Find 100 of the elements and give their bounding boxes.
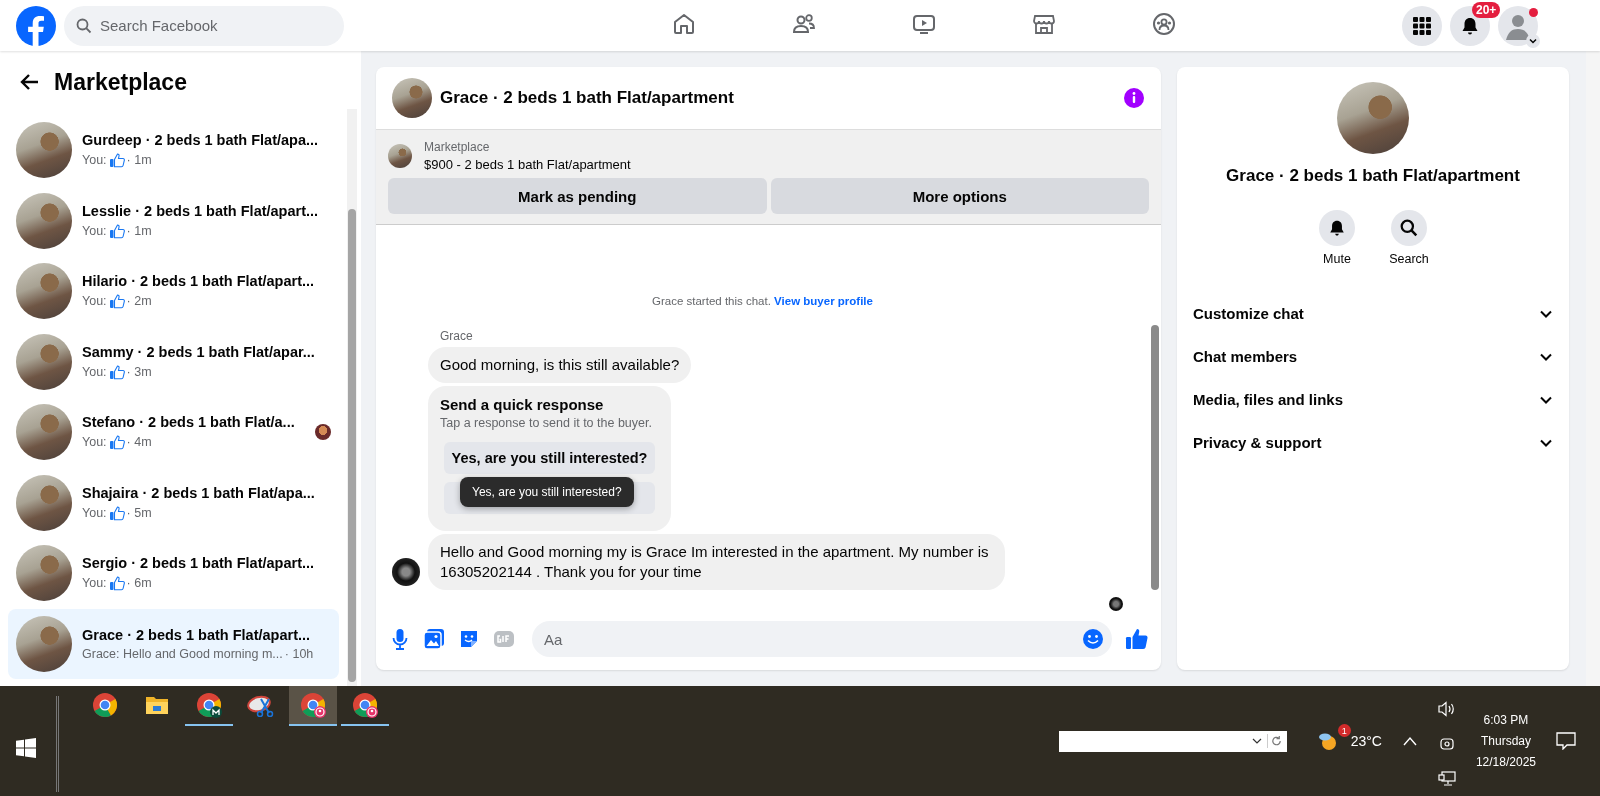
view-profile-link[interactable]: View buyer profile xyxy=(774,295,873,307)
notification-count: 1 xyxy=(1337,724,1351,737)
clock-date: 12/18/2025 xyxy=(1475,755,1536,769)
message-preview: You: xyxy=(82,364,107,379)
info-icon[interactable] xyxy=(1123,87,1145,109)
search-icon xyxy=(76,17,92,34)
message-time: · 1m xyxy=(126,223,152,238)
refresh-icon[interactable] xyxy=(1266,734,1283,748)
clock-time: 6:03 PM xyxy=(1483,713,1529,727)
conversation-item[interactable]: Hilario · 2 beds 1 bath Flat/apart... You: · 2m xyxy=(8,256,339,327)
conversation-title: Lesslie · 2 beds 1 bath Flat/apart... xyxy=(82,202,320,219)
thumbs-up-icon[interactable] xyxy=(1125,627,1149,651)
message-preview: You: xyxy=(82,576,107,591)
card-title: Send a quick response xyxy=(440,396,605,413)
chat-title: Grace · 2 beds 1 bath Flat/apartment xyxy=(440,88,735,108)
conversation-title: Sammy · 2 beds 1 bath Flat/apar... xyxy=(82,343,316,360)
clock-day: Thursday xyxy=(1480,734,1531,748)
emoji-icon[interactable] xyxy=(1082,628,1104,650)
conversation-title: Grace · 2 beds 1 bath Flat/apartment xyxy=(1226,166,1520,186)
message-time: · 6m xyxy=(126,576,152,591)
message-bubble: Good morning, is this still available? xyxy=(428,347,692,383)
shop-icon xyxy=(1032,12,1056,36)
conversation-title: Gurdeep · 2 beds 1 bath Flat/apa... xyxy=(82,132,320,149)
tooltip: Yes, are you still interested? xyxy=(460,477,634,507)
bell-icon xyxy=(1460,15,1480,36)
chevron-down-icon[interactable] xyxy=(1526,33,1540,48)
groups-icon xyxy=(1152,12,1176,36)
photo-placeholder xyxy=(392,78,432,118)
conversation-title: Sergio · 2 beds 1 bath Flat/apart... xyxy=(82,555,316,572)
section-header[interactable]: Chat members xyxy=(1193,335,1553,378)
sticker-icon[interactable] xyxy=(458,628,480,650)
message-preview: You: xyxy=(82,153,107,168)
notification-center-icon[interactable] xyxy=(1556,732,1576,750)
search-button[interactable] xyxy=(1391,210,1427,246)
message-time: · 2m xyxy=(126,294,152,309)
back-arrow-icon[interactable] xyxy=(20,72,40,92)
temperature: 23°C xyxy=(1350,733,1382,749)
message-time: · 4m xyxy=(126,435,152,450)
video-icon xyxy=(912,12,936,36)
message-preview: Grace: Hello and Good morning m... xyxy=(82,646,283,661)
page-title: Marketplace xyxy=(54,68,187,96)
section-header[interactable]: Media, files and links xyxy=(1193,378,1553,421)
conversation-item[interactable]: Grace · 2 beds 1 bath Flat/apart... Grace: Hello and Good morning m... · 10h xyxy=(8,608,339,679)
section-header[interactable]: Customize chat xyxy=(1193,292,1553,335)
message-time: · 3m xyxy=(126,364,152,379)
message-preview: You: xyxy=(82,505,107,520)
conversation-title: Hilario · 2 beds 1 bath Flat/apart... xyxy=(82,273,316,290)
search-icon xyxy=(1400,219,1418,237)
taskbar-app[interactable] xyxy=(289,686,337,726)
conversation-item[interactable]: Stefano · 2 beds 1 bath Flat/a... You: · 4m xyxy=(8,397,339,468)
message-preview: You: xyxy=(82,294,107,309)
chrome-icon xyxy=(92,692,118,718)
listing-action-button[interactable]: More options xyxy=(770,178,1149,214)
sender-name: Grace xyxy=(440,329,474,343)
image-icon[interactable] xyxy=(423,628,445,650)
bell-icon xyxy=(1328,219,1346,237)
notification-count: 20+ xyxy=(1472,1,1501,18)
folder-icon xyxy=(145,694,169,716)
section-header[interactable]: Privacy & support xyxy=(1193,421,1553,464)
listing-title[interactable]: $900 - 2 beds 1 bath Flat/apartment xyxy=(424,157,631,172)
search-field[interactable]: Search Facebook xyxy=(64,5,344,46)
message-time: · 10h xyxy=(284,646,314,661)
chrome-icon xyxy=(196,692,222,718)
grid-icon xyxy=(1412,15,1432,36)
conversation-item[interactable]: Sergio · 2 beds 1 bath Flat/apart... You: · 6m xyxy=(8,538,339,609)
microphone-icon[interactable] xyxy=(390,628,410,650)
chrome-icon xyxy=(352,692,378,718)
speaker-icon[interactable] xyxy=(1437,701,1456,717)
network-icon[interactable] xyxy=(1437,771,1456,787)
chevron-up-icon[interactable] xyxy=(1401,735,1418,747)
facebook-logo-icon[interactable] xyxy=(16,5,56,46)
scissors-icon xyxy=(247,693,275,717)
quick-response-option[interactable]: Yes, are you still interested? xyxy=(444,442,655,474)
conversation-title: Stefano · 2 beds 1 bath Flat/a... xyxy=(82,414,296,431)
conversation-item[interactable]: Gurdeep · 2 beds 1 bath Flat/apa... You: · 1m xyxy=(8,115,339,186)
conversation-item[interactable]: Lesslie · 2 beds 1 bath Flat/apart... You: · 1m xyxy=(8,185,339,256)
action-label: Mute xyxy=(1323,252,1351,266)
listing-action-button[interactable]: Mark as pending xyxy=(388,178,767,214)
home-icon xyxy=(672,12,696,36)
chrome-icon xyxy=(300,692,326,718)
menu-button[interactable] xyxy=(1402,5,1442,46)
message-bubble: Hello and Good morning my is Grace Im interested in the apartment. My number is 16305202144 . Thank you for your time xyxy=(428,534,1005,590)
conversation-item[interactable]: Shajaira · 2 beds 1 bath Flat/apa... You: · 5m xyxy=(8,467,339,538)
message-time: · 5m xyxy=(126,505,152,520)
message-input-field[interactable]: Aa xyxy=(532,621,1112,657)
message-time: · 1m xyxy=(126,153,152,168)
action-label: Search xyxy=(1389,252,1429,266)
address-field[interactable] xyxy=(1058,730,1287,752)
seen-avatar-icon xyxy=(1109,597,1123,611)
conversation-title: Shajaira · 2 beds 1 bath Flat/apa... xyxy=(82,484,316,501)
conversation-title: Grace · 2 beds 1 bath Flat/apart... xyxy=(82,626,312,643)
scrollbar[interactable] xyxy=(347,109,357,686)
scrollbar[interactable] xyxy=(1586,51,1600,686)
photo-placeholder xyxy=(388,144,412,168)
windows-logo-icon[interactable] xyxy=(16,738,36,758)
conversation-item[interactable]: Sammy · 2 beds 1 bath Flat/apar... You: · 3m xyxy=(8,326,339,397)
mute-button[interactable] xyxy=(1319,210,1355,246)
camera-icon[interactable] xyxy=(1438,735,1455,753)
listing-label: Marketplace xyxy=(424,140,491,154)
people-icon xyxy=(792,12,816,36)
